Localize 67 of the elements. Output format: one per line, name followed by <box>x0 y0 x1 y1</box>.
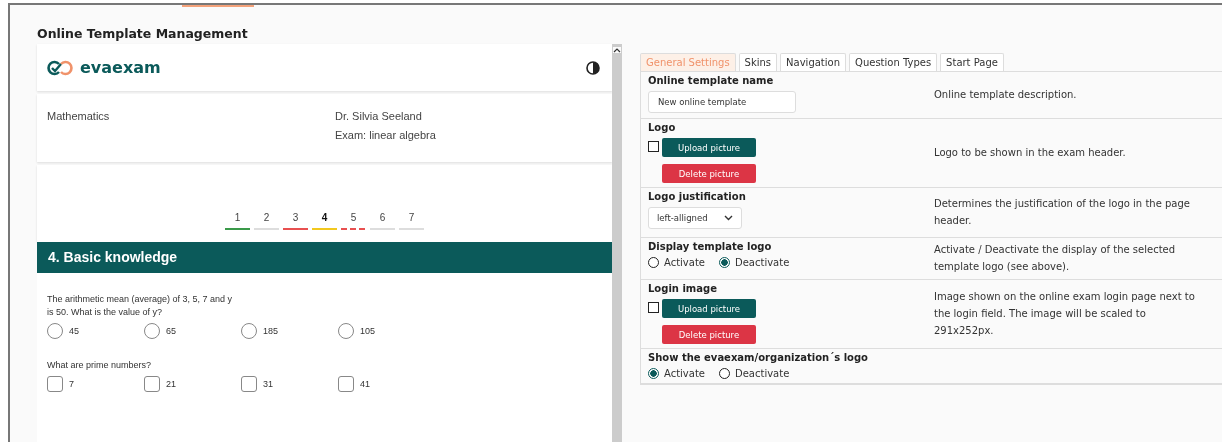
question-step[interactable]: 6 <box>370 212 395 230</box>
input-field[interactable]: New online template <box>648 91 796 113</box>
option-label: 21 <box>166 379 176 389</box>
radio-button[interactable] <box>338 323 354 339</box>
scroll-up-icon[interactable] <box>613 47 621 53</box>
setting-label: Online template name <box>648 75 775 86</box>
radio-button[interactable] <box>648 368 659 379</box>
contrast-icon[interactable] <box>586 60 600 75</box>
radio-label: Activate <box>664 368 705 379</box>
scrollbar[interactable] <box>612 44 622 442</box>
brand-name: evaexam <box>80 58 161 77</box>
radio-label: Deactivate <box>735 257 790 268</box>
radio-button[interactable] <box>648 257 659 268</box>
setting-label: Display template logo <box>648 241 773 252</box>
tab[interactable]: Skins <box>738 53 778 71</box>
radio-button[interactable] <box>144 323 160 339</box>
setting-label: Logo <box>648 122 677 133</box>
chevron-down-icon <box>724 215 733 221</box>
setting-description: Activate / Deactivate the display of the selected template logo (see above). <box>934 243 1177 274</box>
checkbox[interactable] <box>47 376 63 392</box>
exam-text: Exam: linear algebra <box>335 129 436 141</box>
upload-button[interactable]: Upload picture <box>662 299 756 318</box>
question-text: What are prime numbers? <box>47 359 153 372</box>
checkbox[interactable] <box>241 376 257 392</box>
setting-label: Login image <box>648 283 718 294</box>
radio-button[interactable] <box>47 323 63 339</box>
radio-button[interactable] <box>719 368 730 379</box>
setting-label: Show the evaexam/organization´s logo <box>648 352 869 363</box>
question-step[interactable]: 4 <box>312 212 337 230</box>
logo-icon <box>47 58 73 77</box>
option-label: 105 <box>360 326 376 336</box>
radio-label: Deactivate <box>735 368 790 379</box>
setting-description: Online template description. <box>934 88 1078 102</box>
page-title: Online Template Management <box>36 25 249 43</box>
section-header: 4. Basic knowledge <box>37 242 612 273</box>
radio-button[interactable] <box>241 323 257 339</box>
option-label: 45 <box>69 326 79 336</box>
radio-label: Activate <box>664 257 705 268</box>
option-label: 31 <box>263 379 273 389</box>
tab[interactable]: Question Types <box>849 53 938 71</box>
option-label: 185 <box>263 326 279 336</box>
subject-text: Mathematics <box>47 110 111 124</box>
upload-button[interactable]: Upload picture <box>662 138 756 157</box>
dropdown[interactable]: left-alligned <box>648 207 742 229</box>
question-step[interactable]: 2 <box>254 212 279 230</box>
question-step[interactable]: 5 <box>341 212 366 230</box>
question-step[interactable]: 3 <box>283 212 308 230</box>
checkbox[interactable] <box>648 302 659 313</box>
question-step[interactable]: 7 <box>399 212 424 230</box>
checkbox[interactable] <box>338 376 354 392</box>
radio-button[interactable] <box>719 257 730 268</box>
setting-label: Logo justification <box>648 191 747 202</box>
checkbox[interactable] <box>648 141 659 152</box>
question-text: The arithmetic mean (average) of 3, 5, 7 and y is 50. What is the value of y? <box>47 293 234 319</box>
setting-description: Image shown on the online exam login page next to the login field. The image will be scaled to 291x252px. <box>934 290 1196 338</box>
delete-button[interactable]: Delete picture <box>662 325 756 344</box>
option-label: 41 <box>360 379 370 389</box>
delete-button[interactable]: Delete picture <box>662 164 756 183</box>
setting-description: Determines the justification of the logo in the page header. <box>934 197 1191 228</box>
option-label: 7 <box>69 379 74 389</box>
tab[interactable]: Navigation <box>780 53 846 71</box>
question-step[interactable]: 1 <box>225 212 250 230</box>
option-label: 65 <box>166 326 176 336</box>
checkbox[interactable] <box>144 376 160 392</box>
tab[interactable]: Start Page <box>940 53 1004 71</box>
teacher-text: Dr. Silvia Seeland <box>335 110 423 122</box>
setting-description: Logo to be shown in the exam header. <box>934 146 1127 160</box>
